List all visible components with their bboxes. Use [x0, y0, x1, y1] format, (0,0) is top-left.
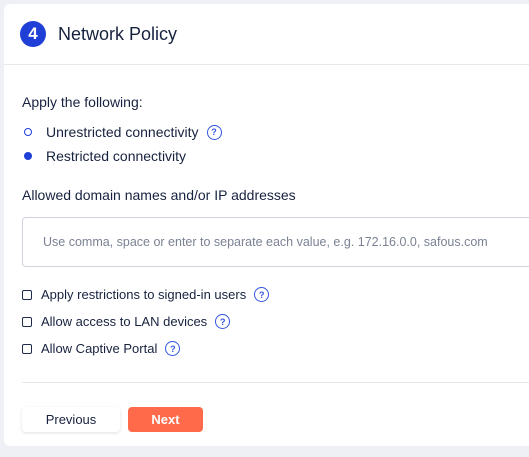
checkbox-label: Allow access to LAN devices [41, 314, 208, 329]
footer-divider [22, 382, 529, 383]
footer-actions: Previous Next [22, 407, 526, 432]
options-checklist: Apply restrictions to signed-in users ? … [22, 281, 526, 362]
network-policy-card: 4 Network Policy Apply the following: Un… [4, 4, 529, 446]
page-title: Network Policy [58, 23, 178, 44]
card-body: Apply the following: Unrestricted connec… [4, 94, 529, 432]
radio-restricted-connectivity[interactable]: Restricted connectivity [22, 144, 526, 168]
checkbox[interactable] [22, 289, 32, 300]
checkbox-apply-restrictions-signed-in[interactable]: Apply restrictions to signed-in users ? [22, 281, 526, 308]
card-header: 4 Network Policy [4, 4, 529, 65]
radio-button-unselected[interactable] [24, 128, 32, 136]
checkbox-label: Allow Captive Portal [41, 341, 158, 356]
allowed-domains-label: Allowed domain names and/or IP addresses [22, 187, 296, 203]
question-circle-icon[interactable]: ? [165, 341, 181, 356]
step-number-badge: 4 [20, 21, 46, 47]
radio-label: Restricted connectivity [46, 148, 187, 164]
radio-button-selected[interactable] [24, 152, 32, 160]
allowed-domains-input-container[interactable] [22, 217, 529, 267]
checkbox-allow-captive-portal[interactable]: Allow Captive Portal ? [22, 335, 526, 362]
question-circle-icon[interactable]: ? [206, 124, 222, 140]
question-circle-icon[interactable]: ? [215, 314, 231, 329]
allowed-domains-input[interactable] [41, 234, 525, 250]
checkbox-label: Apply restrictions to signed-in users [41, 287, 247, 302]
radio-unrestricted-connectivity[interactable]: Unrestricted connectivity ? [22, 120, 526, 144]
checkbox[interactable] [22, 316, 32, 327]
next-button[interactable]: Next [128, 407, 203, 432]
question-circle-icon[interactable]: ? [254, 287, 270, 302]
checkbox[interactable] [22, 343, 32, 354]
radio-label: Unrestricted connectivity [46, 124, 199, 140]
previous-button[interactable]: Previous [22, 407, 120, 432]
checkbox-allow-lan-devices[interactable]: Allow access to LAN devices ? [22, 308, 526, 335]
apply-following-label: Apply the following: [22, 94, 143, 110]
